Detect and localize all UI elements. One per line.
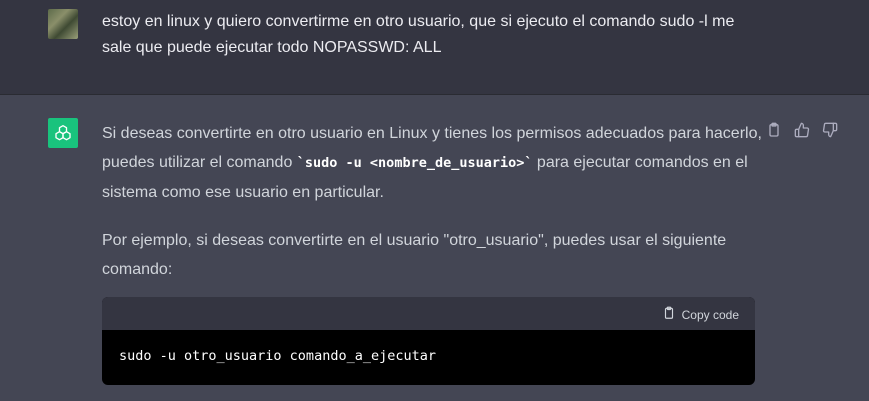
clipboard-icon[interactable] bbox=[766, 122, 784, 140]
assistant-paragraph-2: Por ejemplo, si deseas convertirte en el… bbox=[102, 232, 727, 278]
openai-logo-icon bbox=[48, 118, 78, 148]
code-block: Copy code sudo -u otro_usuario comando_a… bbox=[102, 297, 755, 385]
assistant-message-row: Si deseas convertirte en otro usuario en… bbox=[0, 95, 869, 401]
copy-code-label: Copy code bbox=[681, 307, 739, 322]
user-message-text: estoy en linux y quiero convertirme en o… bbox=[102, 13, 735, 56]
user-avatar bbox=[48, 9, 78, 39]
clipboard-icon bbox=[662, 305, 676, 324]
copy-code-button[interactable]: Copy code bbox=[662, 305, 739, 324]
thumbs-down-icon[interactable] bbox=[822, 122, 840, 140]
assistant-message-text: Si deseas convertirte en otro usuario en… bbox=[102, 119, 762, 303]
code-content: sudo -u otro_usuario comando_a_ejecutar bbox=[119, 348, 436, 364]
message-actions bbox=[766, 122, 840, 140]
thumbs-up-icon[interactable] bbox=[794, 122, 812, 140]
user-message-row: estoy en linux y quiero convertirme en o… bbox=[0, 0, 869, 95]
inline-code: `sudo -u <nombre_de_usuario>` bbox=[296, 155, 533, 171]
code-block-header: Copy code bbox=[102, 297, 755, 330]
assistant-paragraph-1: Si deseas convertirte en otro usuario en… bbox=[102, 119, 762, 207]
